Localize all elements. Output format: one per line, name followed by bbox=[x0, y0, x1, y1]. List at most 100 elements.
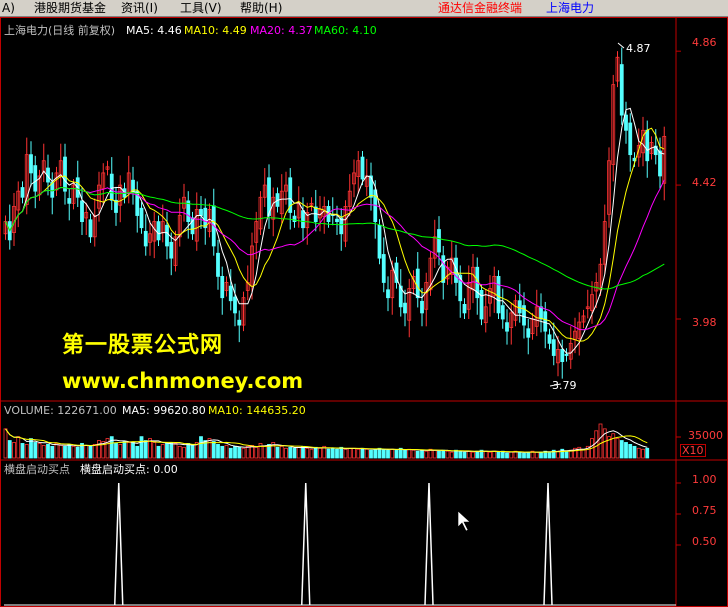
volume-bar bbox=[50, 445, 55, 459]
candle-body bbox=[143, 230, 148, 247]
chart-area[interactable]: 上海电力(日线 前复权) MA5: 4.46 MA10: 4.49 MA20: … bbox=[0, 17, 728, 607]
volume-bar bbox=[509, 451, 514, 459]
kline-chart[interactable] bbox=[0, 17, 728, 607]
candle-body bbox=[237, 319, 242, 326]
volume-bar bbox=[245, 445, 250, 459]
volume-bar bbox=[262, 445, 267, 459]
volume-bar bbox=[199, 436, 203, 459]
candle-body bbox=[80, 200, 84, 223]
volume-bar bbox=[233, 445, 237, 459]
candle-body bbox=[403, 302, 407, 314]
volume-bar bbox=[496, 451, 501, 459]
volume-bar bbox=[381, 448, 386, 459]
candle-body bbox=[560, 349, 565, 363]
volume-bar bbox=[288, 446, 293, 459]
price-tick-high: 4.86 bbox=[692, 36, 717, 49]
volume-bar bbox=[445, 450, 450, 459]
volume-bar bbox=[275, 446, 280, 459]
candle-body bbox=[165, 224, 169, 247]
candle-body bbox=[624, 114, 628, 131]
candle-body bbox=[505, 322, 509, 332]
menu-item-tools[interactable]: 工具(V) bbox=[180, 0, 222, 16]
volume-bar bbox=[296, 446, 301, 459]
volume-bar bbox=[326, 448, 331, 459]
volume-bar bbox=[624, 442, 628, 459]
candle-body bbox=[67, 198, 72, 204]
volume-bar bbox=[547, 451, 552, 459]
candle-body bbox=[437, 229, 441, 253]
volume-bar bbox=[135, 445, 140, 459]
volume-bar bbox=[411, 449, 416, 459]
volume-bar bbox=[598, 423, 603, 459]
signal-spike bbox=[424, 482, 434, 606]
watermark-title: 第一股票公式网 bbox=[62, 333, 224, 358]
volume-bar bbox=[500, 450, 505, 459]
candle-body bbox=[360, 156, 365, 180]
volume-bar bbox=[364, 448, 369, 459]
price-tick-mid: 4.42 bbox=[692, 176, 717, 189]
volume-bar bbox=[207, 438, 212, 459]
volume-bar bbox=[67, 443, 72, 459]
volume-bar bbox=[16, 436, 21, 459]
volume-bar bbox=[33, 442, 38, 459]
volume-bar bbox=[483, 450, 488, 459]
signal-tick-05: 0.50 bbox=[692, 535, 717, 548]
volume-bar bbox=[165, 443, 169, 459]
volume-bar bbox=[517, 451, 522, 459]
volume-bar bbox=[437, 450, 441, 459]
volume-bar bbox=[190, 443, 195, 459]
volume-bar bbox=[84, 444, 89, 459]
menu-item-hk-futures[interactable]: 港股期货基金 bbox=[34, 0, 106, 16]
volume-bar bbox=[335, 448, 339, 459]
signal-panel-title: 横盘启动买点 bbox=[4, 463, 70, 476]
price-tick-low: 3.98 bbox=[692, 316, 717, 329]
volume-bar bbox=[636, 447, 641, 459]
volume-bar bbox=[539, 451, 543, 459]
volume-bar bbox=[441, 449, 446, 459]
volume-bar bbox=[505, 452, 509, 459]
candle-body bbox=[628, 122, 633, 156]
volume-bar bbox=[241, 447, 246, 459]
volume-bar bbox=[139, 436, 144, 459]
candle-body bbox=[335, 218, 339, 223]
high-marker-arrow bbox=[617, 42, 625, 49]
volume-bar bbox=[54, 443, 59, 459]
volume-bar bbox=[71, 445, 76, 459]
volume-bar bbox=[284, 447, 288, 459]
menu-item-help[interactable]: 帮助(H) bbox=[240, 0, 282, 16]
ma10-label: MA10: 4.49 bbox=[184, 24, 247, 37]
volume-bar bbox=[390, 448, 395, 459]
volume-bar bbox=[420, 449, 424, 459]
volume-bar bbox=[449, 451, 454, 459]
volume-bar bbox=[237, 446, 242, 459]
candle-body bbox=[539, 306, 543, 320]
app-brand: 通达信金融终端 bbox=[438, 1, 523, 15]
volume-bar bbox=[292, 447, 297, 459]
volume-unit-badge: X10 bbox=[680, 444, 706, 457]
volume-bar bbox=[594, 430, 599, 459]
volume-bar bbox=[7, 440, 12, 459]
volume-bar bbox=[177, 445, 182, 459]
volume-bar bbox=[37, 443, 42, 459]
candle-body bbox=[109, 173, 114, 201]
volume-bar bbox=[462, 451, 467, 459]
volume-bar bbox=[301, 445, 305, 459]
volume-ma5-label: MA5: 99620.80 bbox=[122, 404, 206, 417]
menu-item-news[interactable]: 资讯(I) bbox=[121, 0, 158, 16]
candle-body bbox=[156, 221, 161, 241]
volume-bar bbox=[475, 450, 480, 459]
volume-bar bbox=[224, 444, 229, 459]
volume-bar bbox=[330, 447, 335, 459]
candle-body bbox=[526, 328, 531, 338]
volume-bar bbox=[347, 447, 352, 459]
volume-bar bbox=[228, 447, 233, 459]
candle-body bbox=[386, 289, 390, 299]
volume-bar bbox=[526, 451, 531, 459]
volume-bar bbox=[126, 442, 131, 459]
volume-bar bbox=[24, 443, 29, 459]
menu-item-partial[interactable]: A) bbox=[2, 0, 15, 16]
volume-bar bbox=[3, 428, 8, 459]
volume-bar bbox=[534, 451, 539, 459]
stock-name: 上海电力 bbox=[546, 1, 595, 15]
volume-bar bbox=[118, 443, 123, 459]
